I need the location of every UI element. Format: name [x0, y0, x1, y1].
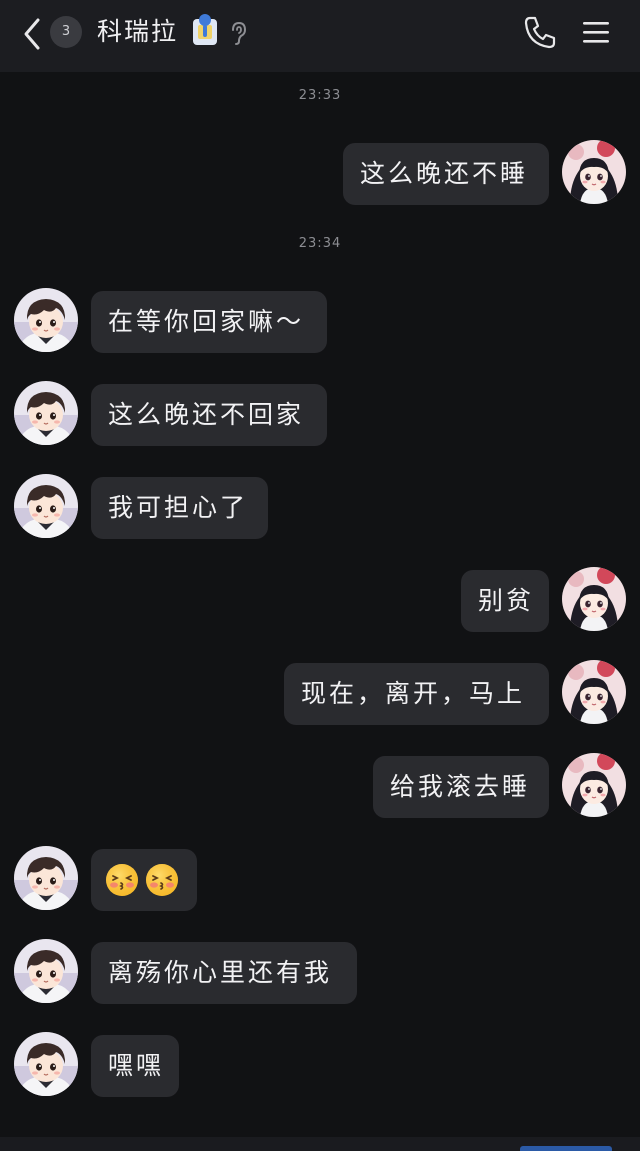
my-avatar[interactable] [562, 567, 626, 631]
message-bubble-outgoing[interactable]: 给我滚去睡 [373, 756, 549, 818]
message-timestamp: 23:33 [298, 88, 342, 103]
chat-title: 科瑞拉 [97, 17, 179, 46]
my-avatar[interactable] [562, 140, 626, 204]
back-arrow-icon[interactable] [18, 14, 48, 54]
contact-avatar[interactable] [14, 1032, 78, 1096]
contact-avatar[interactable] [14, 939, 78, 1003]
blushing-kiss-emoji [105, 863, 139, 897]
emoji-row [105, 849, 183, 911]
message-bubble-outgoing[interactable]: 别贫 [461, 570, 549, 632]
message-bubble-incoming[interactable] [91, 849, 197, 911]
vip-badge-icon[interactable] [190, 11, 220, 47]
message-bubble-incoming[interactable]: 嘿嘿 [91, 1035, 179, 1097]
contact-avatar[interactable] [14, 381, 78, 445]
contact-avatar[interactable] [14, 474, 78, 538]
unread-count-badge[interactable]: 3 [50, 16, 82, 48]
menu-icon[interactable] [580, 16, 612, 48]
blushing-kiss-emoji [145, 863, 179, 897]
contact-avatar[interactable] [14, 846, 78, 910]
message-bubble-incoming[interactable]: 这么晚还不回家 [91, 384, 327, 446]
phone-icon[interactable] [522, 14, 558, 50]
ear-icon[interactable] [228, 20, 250, 46]
message-bubble-incoming[interactable]: 我可担心了 [91, 477, 268, 539]
message-bubble-outgoing[interactable]: 这么晚还不睡 [343, 143, 549, 205]
send-button-edge[interactable] [520, 1146, 612, 1151]
chat-header: 3 科瑞拉 [0, 0, 640, 72]
my-avatar[interactable] [562, 660, 626, 724]
message-timestamp: 23:34 [298, 236, 342, 251]
message-bubble-incoming[interactable]: 离殇你心里还有我 [91, 942, 357, 1004]
contact-avatar[interactable] [14, 288, 78, 352]
message-bubble-outgoing[interactable]: 现在，离开，马上 [284, 663, 549, 725]
message-bubble-incoming[interactable]: 在等你回家嘛～ [91, 291, 327, 353]
my-avatar[interactable] [562, 753, 626, 817]
